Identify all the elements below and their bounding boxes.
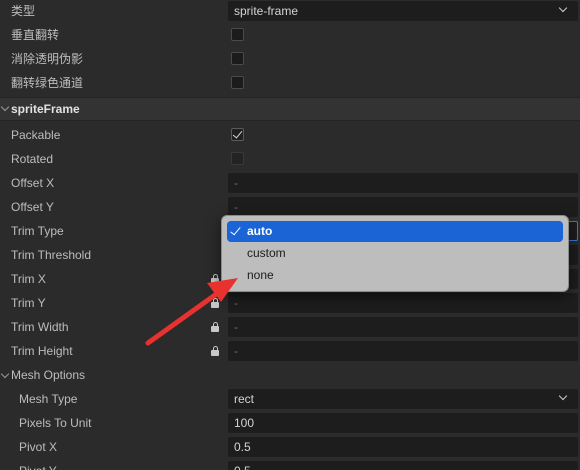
offset-y-label: Offset Y xyxy=(11,200,54,214)
lock-icon xyxy=(211,322,219,332)
trim-width-label: Trim Width xyxy=(11,320,69,334)
mesh-options-label: Mesh Options xyxy=(11,368,86,382)
pivot-x-field[interactable]: 0.5 xyxy=(228,437,578,457)
packable-label: Packable xyxy=(11,128,61,142)
packable-checkbox[interactable] xyxy=(231,128,244,141)
pixels-to-unit-label: Pixels To Unit xyxy=(19,416,92,430)
mesh-type-row: Mesh Type rect xyxy=(0,387,580,411)
mesh-type-select[interactable]: rect xyxy=(228,389,578,409)
type-label: 类型 xyxy=(11,4,36,18)
trim-width-row: Trim Width - xyxy=(0,315,580,339)
trim-height-label: Trim Height xyxy=(11,344,73,358)
chevron-down-icon xyxy=(558,391,568,401)
dropdown-option-label: none xyxy=(247,268,274,282)
chevron-down-icon xyxy=(0,369,10,379)
trim-height-field[interactable]: - xyxy=(228,341,578,361)
rotated-label: Rotated xyxy=(11,152,54,166)
dropdown-option-custom[interactable]: custom xyxy=(227,243,563,264)
flip-green-channel-row: 翻转绿色通道 xyxy=(0,71,580,95)
offset-x-field[interactable]: - xyxy=(228,173,578,193)
type-select[interactable]: sprite-frame xyxy=(228,1,578,21)
trim-width-field[interactable]: - xyxy=(228,317,578,337)
checkmark-icon xyxy=(232,128,243,139)
trim-threshold-label: Trim Threshold xyxy=(11,248,92,262)
chevron-down-icon xyxy=(558,3,568,13)
mesh-type-label: Mesh Type xyxy=(19,392,78,406)
dropdown-option-auto[interactable]: auto xyxy=(227,221,563,242)
offset-x-row: Offset X - xyxy=(0,171,580,195)
chevron-down-icon xyxy=(0,102,10,112)
trim-height-row: Trim Height - xyxy=(0,339,580,363)
offset-y-field[interactable]: - xyxy=(228,197,578,217)
trim-x-label: Trim X xyxy=(11,272,46,286)
section-title: spriteFrame xyxy=(11,102,80,116)
pivot-y-row: Pivot Y 0.5 xyxy=(0,459,580,470)
pivot-y-field[interactable]: 0.5 xyxy=(228,461,578,470)
trim-type-label: Trim Type xyxy=(11,224,64,238)
flip-green-channel-checkbox[interactable] xyxy=(231,76,244,89)
remove-alpha-artifacts-checkbox[interactable] xyxy=(231,52,244,65)
pixels-to-unit-row: Pixels To Unit 100 xyxy=(0,411,580,435)
trim-y-label: Trim Y xyxy=(11,296,46,310)
flip-green-channel-label: 翻转绿色通道 xyxy=(11,76,84,90)
packable-row: Packable xyxy=(0,123,580,147)
trim-type-dropdown-menu: auto custom none xyxy=(221,215,569,292)
rotated-checkbox[interactable] xyxy=(231,152,244,165)
lock-icon xyxy=(211,346,219,356)
lock-icon xyxy=(211,298,219,308)
inspector-panel: 类型 sprite-frame 垂直翻转 消除透明伪影 翻转绿色通道 sprit… xyxy=(0,0,580,470)
remove-alpha-artifacts-row: 消除透明伪影 xyxy=(0,47,580,71)
mesh-type-value: rect xyxy=(234,392,255,406)
pivot-y-label: Pivot Y xyxy=(19,459,57,470)
sprite-frame-section-header[interactable]: spriteFrame xyxy=(0,97,580,121)
rotated-row: Rotated xyxy=(0,147,580,171)
dropdown-option-label: custom xyxy=(247,246,286,260)
flip-vertical-row: 垂直翻转 xyxy=(0,23,580,47)
remove-alpha-artifacts-label: 消除透明伪影 xyxy=(11,52,84,66)
pivot-x-row: Pivot X 0.5 xyxy=(0,435,580,459)
offset-x-label: Offset X xyxy=(11,176,55,190)
pivot-x-label: Pivot X xyxy=(19,440,58,454)
trim-y-row: Trim Y - xyxy=(0,291,580,315)
pixels-to-unit-field[interactable]: 100 xyxy=(228,413,578,433)
flip-vertical-checkbox[interactable] xyxy=(231,28,244,41)
lock-icon xyxy=(211,274,219,284)
dropdown-option-label: auto xyxy=(247,224,273,238)
dropdown-option-none[interactable]: none xyxy=(227,265,563,286)
flip-vertical-label: 垂直翻转 xyxy=(11,28,60,42)
mesh-options-row[interactable]: Mesh Options xyxy=(0,363,580,387)
type-row: 类型 sprite-frame xyxy=(0,0,580,23)
trim-y-field[interactable]: - xyxy=(228,293,578,313)
type-select-value: sprite-frame xyxy=(234,4,299,18)
checkmark-icon xyxy=(230,224,241,236)
